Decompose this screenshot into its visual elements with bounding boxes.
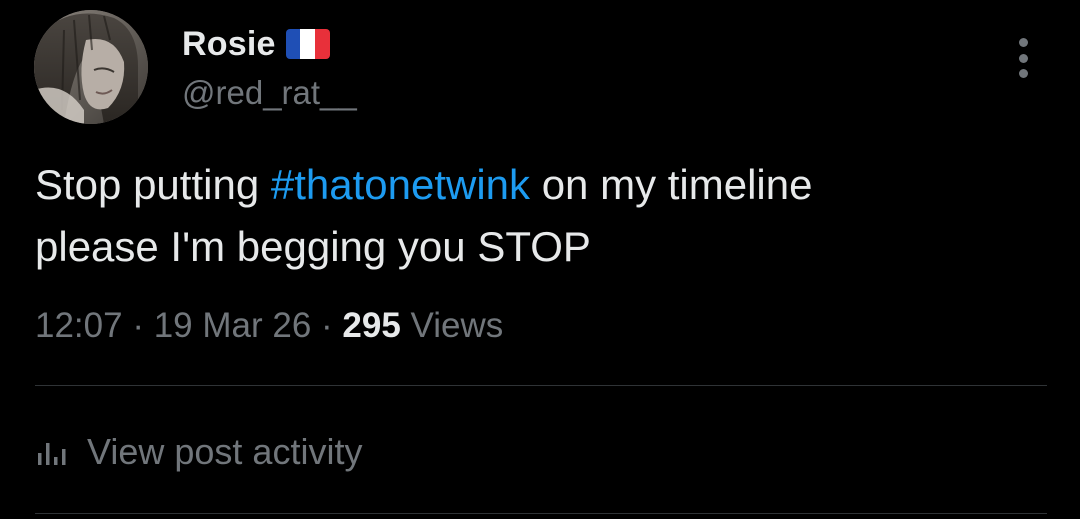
view-post-activity-button[interactable]: View post activity: [35, 428, 362, 476]
hashtag-link[interactable]: #thatonetwink: [271, 161, 530, 208]
divider: [35, 385, 1047, 386]
bar-chart-icon: [38, 443, 66, 465]
author-name-row[interactable]: Rosie: [182, 22, 330, 66]
avatar[interactable]: [34, 10, 148, 124]
tweet-time[interactable]: 12:07: [35, 306, 123, 345]
views-label: Views: [400, 306, 504, 345]
tweet-text-line-1: Stop putting #thatonetwink on my timelin…: [35, 154, 1055, 216]
tweet-text-line-2: please I'm begging you STOP: [35, 223, 591, 270]
tweet-date[interactable]: 19 Mar 26: [154, 306, 312, 345]
meta-separator: ·: [311, 306, 343, 345]
divider: [35, 513, 1047, 514]
tweet-text: Stop putting #thatonetwink on my timelin…: [35, 154, 1055, 278]
view-post-activity-label: View post activity: [87, 431, 363, 472]
tweet-text-part-2: on my timeline: [530, 161, 813, 208]
avatar-image: [34, 10, 148, 124]
tweet-meta: 12:07 · 19 Mar 26 · 295 Views: [35, 306, 503, 346]
meta-separator: ·: [122, 306, 154, 345]
more-vertical-icon[interactable]: [1012, 38, 1034, 78]
author-handle[interactable]: @red_rat__: [182, 74, 357, 112]
views-count: 295: [342, 306, 401, 345]
tweet-text-part-1: Stop putting: [35, 161, 271, 208]
france-flag-icon: [285, 29, 330, 59]
author-display-name[interactable]: Rosie: [182, 25, 276, 64]
